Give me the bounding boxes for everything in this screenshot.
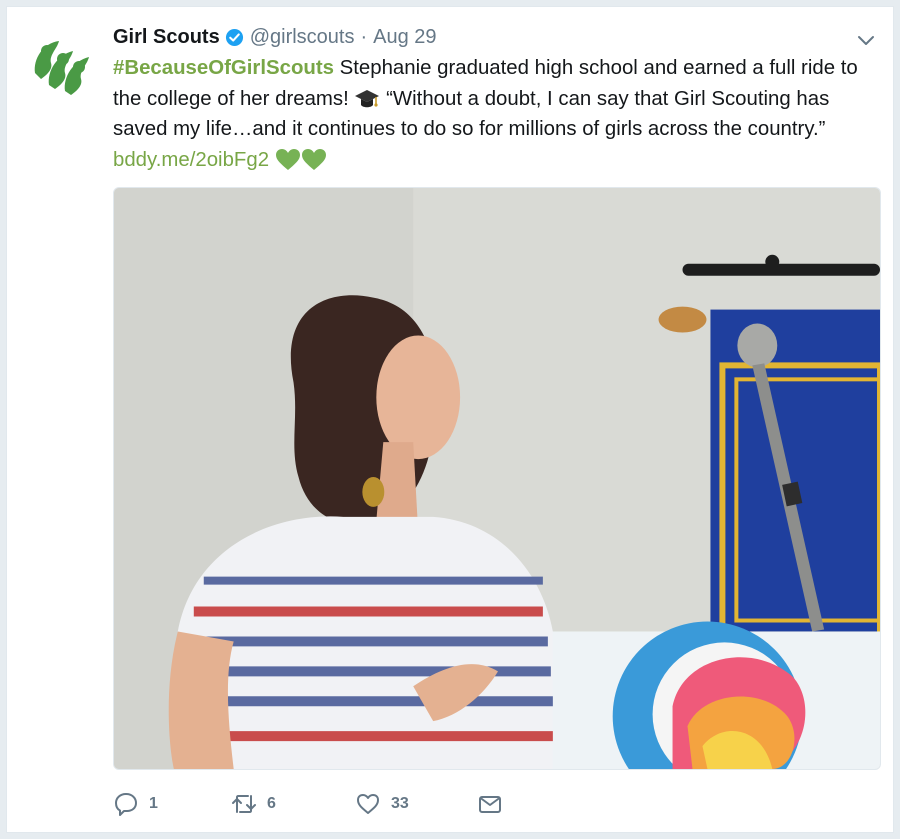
retweet-button[interactable]: 6 bbox=[231, 791, 355, 817]
tweet-header: Girl Scouts @girlscouts · Aug 29 bbox=[113, 25, 437, 49]
direct-message-button[interactable] bbox=[477, 791, 503, 817]
tweet-text: #BecauseOfGirlScouts Stephanie graduated… bbox=[113, 53, 873, 175]
girl-scouts-logo-icon[interactable] bbox=[27, 29, 97, 99]
chevron-down-icon[interactable] bbox=[855, 29, 877, 51]
reply-count: 1 bbox=[149, 795, 158, 812]
reply-icon bbox=[115, 793, 137, 816]
author-name[interactable]: Girl Scouts bbox=[113, 25, 220, 49]
green-heart-icon bbox=[301, 149, 326, 171]
like-button[interactable]: 33 bbox=[355, 791, 477, 817]
verified-badge-icon bbox=[225, 28, 243, 46]
green-heart-icon bbox=[275, 149, 300, 171]
author-handle[interactable]: @girlscouts bbox=[250, 25, 355, 49]
graduation-cap-icon bbox=[355, 90, 380, 108]
direct-message-icon bbox=[479, 796, 501, 813]
separator-dot: · bbox=[360, 26, 368, 48]
reply-button[interactable]: 1 bbox=[113, 791, 231, 817]
shortened-url-link[interactable]: bddy.me/2oibFg2 bbox=[113, 149, 269, 171]
tweet-card[interactable]: Girl Scouts @girlscouts · Aug 29 #Becaus… bbox=[6, 6, 894, 833]
tweet-date[interactable]: Aug 29 bbox=[373, 25, 436, 49]
tweet-actions: 1 6 33 bbox=[113, 791, 503, 817]
hashtag-link[interactable]: #BecauseOfGirlScouts bbox=[113, 57, 334, 79]
tweet-photo[interactable] bbox=[113, 187, 881, 770]
like-count: 33 bbox=[391, 795, 409, 812]
like-icon bbox=[357, 794, 379, 814]
retweet-icon bbox=[232, 795, 256, 813]
retweet-count: 6 bbox=[267, 795, 276, 812]
